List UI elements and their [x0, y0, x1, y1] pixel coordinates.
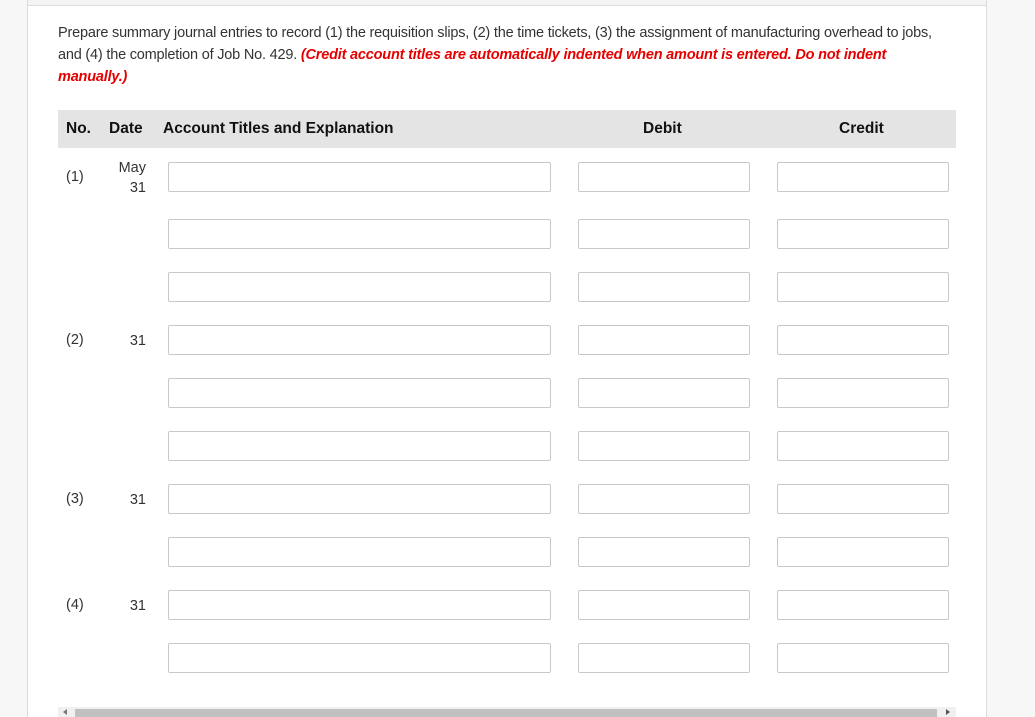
debit-input[interactable]: [578, 272, 750, 302]
debit-input[interactable]: [578, 162, 750, 192]
left-gutter: [0, 0, 28, 717]
credit-input[interactable]: [777, 219, 949, 249]
entry-number: (1): [66, 169, 84, 185]
horizontal-scrollbar[interactable]: [58, 707, 956, 717]
scrollbar-thumb[interactable]: [75, 709, 937, 717]
account-title-input[interactable]: [168, 643, 551, 673]
header-date: Date: [109, 120, 143, 137]
entry-month: May: [118, 160, 146, 176]
debit-input[interactable]: [578, 378, 750, 408]
debit-input[interactable]: [578, 431, 750, 461]
credit-input[interactable]: [777, 484, 949, 514]
entry-number: (4): [66, 597, 84, 613]
debit-input[interactable]: [578, 219, 750, 249]
entry-day: 31: [129, 180, 146, 196]
account-title-input[interactable]: [168, 219, 551, 249]
account-title-input[interactable]: [168, 325, 551, 355]
right-gutter: [986, 0, 1035, 717]
debit-input[interactable]: [578, 484, 750, 514]
entry-date: May 31: [106, 158, 146, 198]
entry-number: (3): [66, 491, 84, 507]
debit-input[interactable]: [578, 643, 750, 673]
account-title-input[interactable]: [168, 378, 551, 408]
credit-input[interactable]: [777, 643, 949, 673]
account-title-input[interactable]: [168, 162, 551, 192]
instructions: Prepare summary journal entries to recor…: [58, 22, 958, 88]
account-title-input[interactable]: [168, 537, 551, 567]
header-account: Account Titles and Explanation: [163, 120, 394, 137]
entry-date: 31: [129, 598, 146, 614]
credit-input[interactable]: [777, 431, 949, 461]
debit-input[interactable]: [578, 590, 750, 620]
journal-table-header: No. Date Account Titles and Explanation …: [58, 110, 956, 148]
credit-input[interactable]: [777, 590, 949, 620]
credit-input[interactable]: [777, 162, 949, 192]
account-title-input[interactable]: [168, 590, 551, 620]
header-credit: Credit: [839, 120, 884, 137]
entry-date: 31: [129, 333, 146, 349]
account-title-input[interactable]: [168, 431, 551, 461]
entry-number: (2): [66, 332, 84, 348]
entry-date: 31: [129, 492, 146, 508]
credit-input[interactable]: [777, 272, 949, 302]
account-title-input[interactable]: [168, 272, 551, 302]
credit-input[interactable]: [777, 378, 949, 408]
account-title-input[interactable]: [168, 484, 551, 514]
header-debit: Debit: [643, 120, 682, 137]
scroll-right-arrow-icon[interactable]: [946, 709, 950, 715]
debit-input[interactable]: [578, 537, 750, 567]
credit-input[interactable]: [777, 325, 949, 355]
credit-input[interactable]: [777, 537, 949, 567]
header-no: No.: [66, 120, 91, 137]
debit-input[interactable]: [578, 325, 750, 355]
scroll-left-arrow-icon[interactable]: [63, 709, 67, 715]
